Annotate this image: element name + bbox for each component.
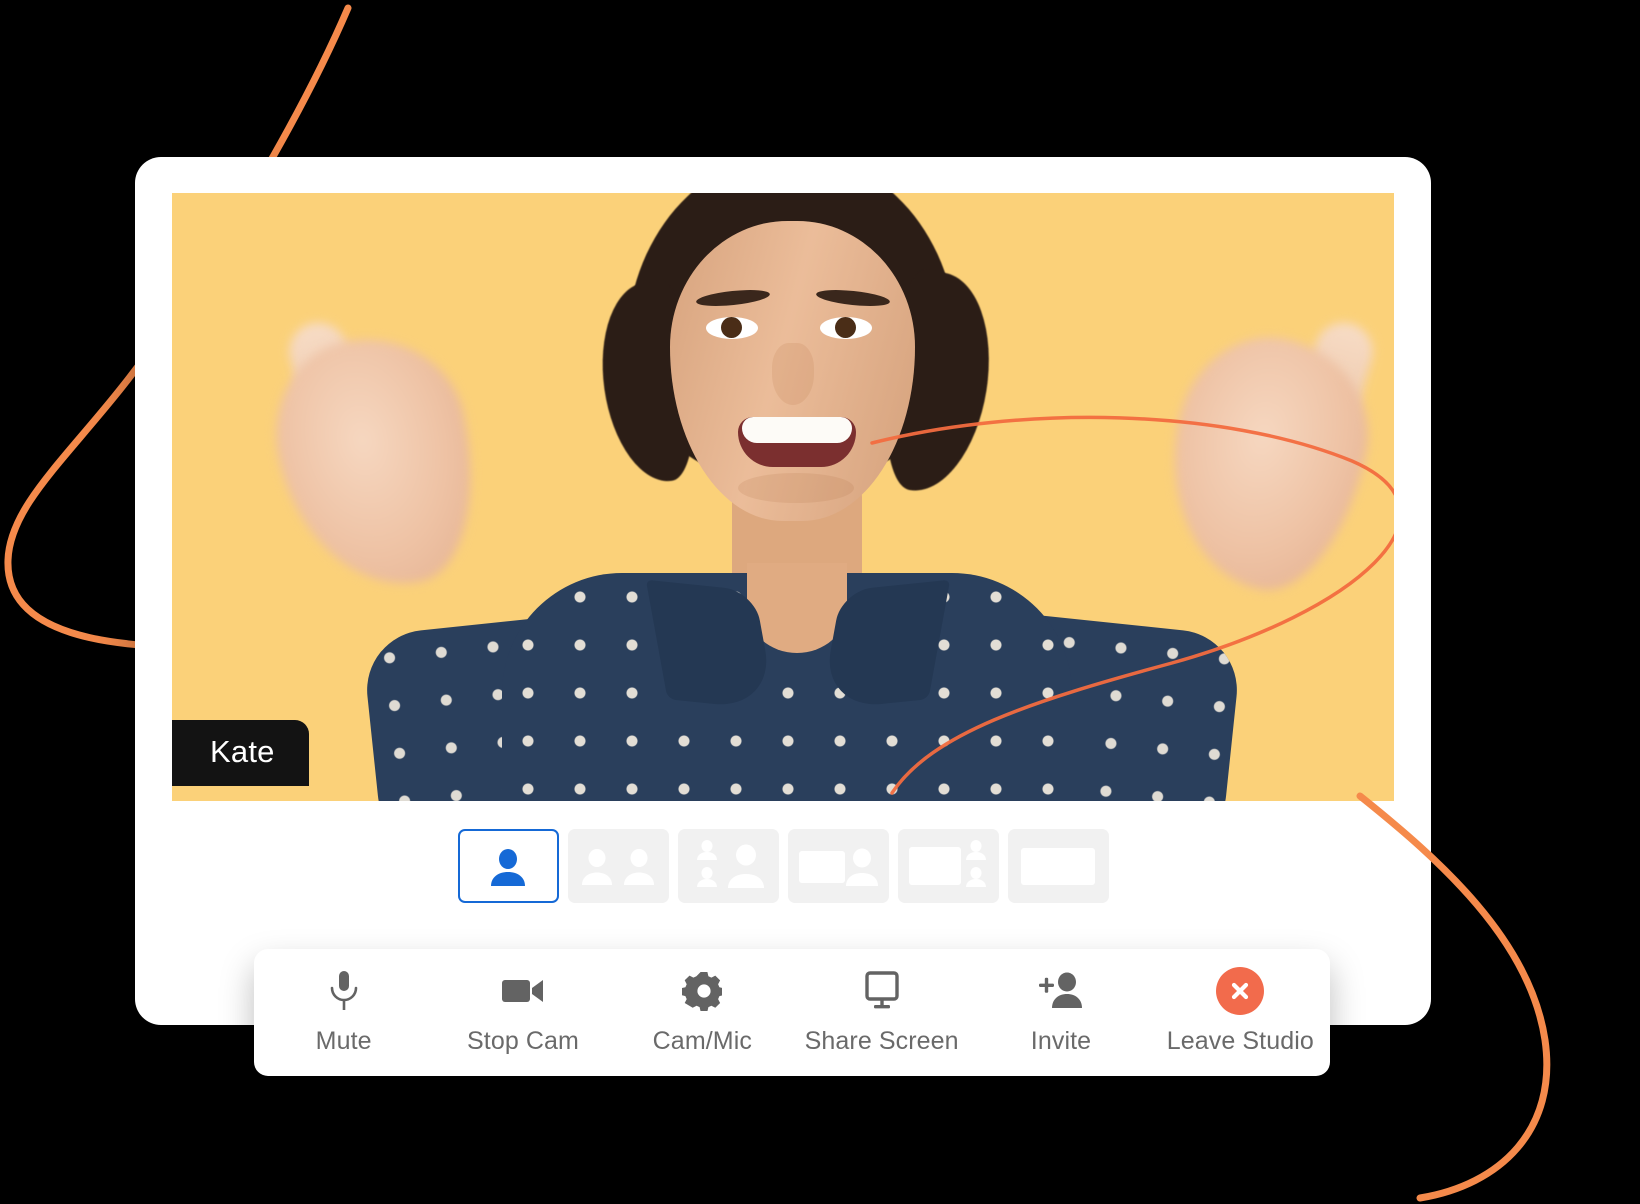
single-speaker-icon [491,849,525,886]
video-studio-card: Kate [135,157,1431,1025]
layout-option-side-by-side[interactable] [567,829,669,903]
leave-studio-button[interactable]: Leave Studio [1151,949,1330,1076]
stop-cam-button[interactable]: Stop Cam [433,949,612,1076]
screen-only-icon [1021,848,1095,885]
stop-cam-label: Stop Cam [467,1027,579,1055]
invite-label: Invite [1030,1027,1092,1055]
stacked-people-icon [697,840,764,888]
gear-icon [682,969,723,1013]
share-screen-button[interactable]: Share Screen [792,949,971,1076]
screen-and-strip-icon [909,840,986,887]
orange-squiggle-overlay [870,415,1394,795]
mute-button[interactable]: Mute [254,949,433,1076]
leave-circle [1216,967,1265,1015]
layout-option-solo[interactable] [457,829,559,903]
participant-name-badge: Kate [172,720,309,786]
layout-option-screen-and-person[interactable] [787,829,889,903]
layout-option-screen-only[interactable] [1007,829,1109,903]
screen-and-person-icon [799,848,878,886]
leave-studio-label: Leave Studio [1166,1027,1314,1055]
share-screen-label: Share Screen [804,1027,959,1055]
participant-video-feed [172,193,1394,801]
call-control-bar: Mute Stop Cam Cam/Mic Share Screen Invit… [254,949,1330,1076]
invite-button[interactable]: Invite [971,949,1150,1076]
close-circle-icon [1216,967,1265,1015]
layout-option-screen-and-strip[interactable] [897,829,999,903]
cam-mic-button[interactable]: Cam/Mic [613,949,792,1076]
layout-option-stacked[interactable] [677,829,779,903]
microphone-icon [328,969,360,1013]
video-stage: Kate [172,193,1394,801]
screenshot-stage: Kate Mute Stop Cam Cam/Mic Share Screen … [0,0,1640,1204]
video-camera-icon [501,969,545,1013]
two-people-icon [582,849,654,885]
layout-selector[interactable] [135,829,1431,903]
mute-label: Mute [315,1027,372,1055]
cam-mic-label: Cam/Mic [652,1027,752,1055]
participant-name-text: Kate [210,734,275,769]
monitor-icon [861,969,903,1013]
add-person-icon [1038,969,1084,1013]
